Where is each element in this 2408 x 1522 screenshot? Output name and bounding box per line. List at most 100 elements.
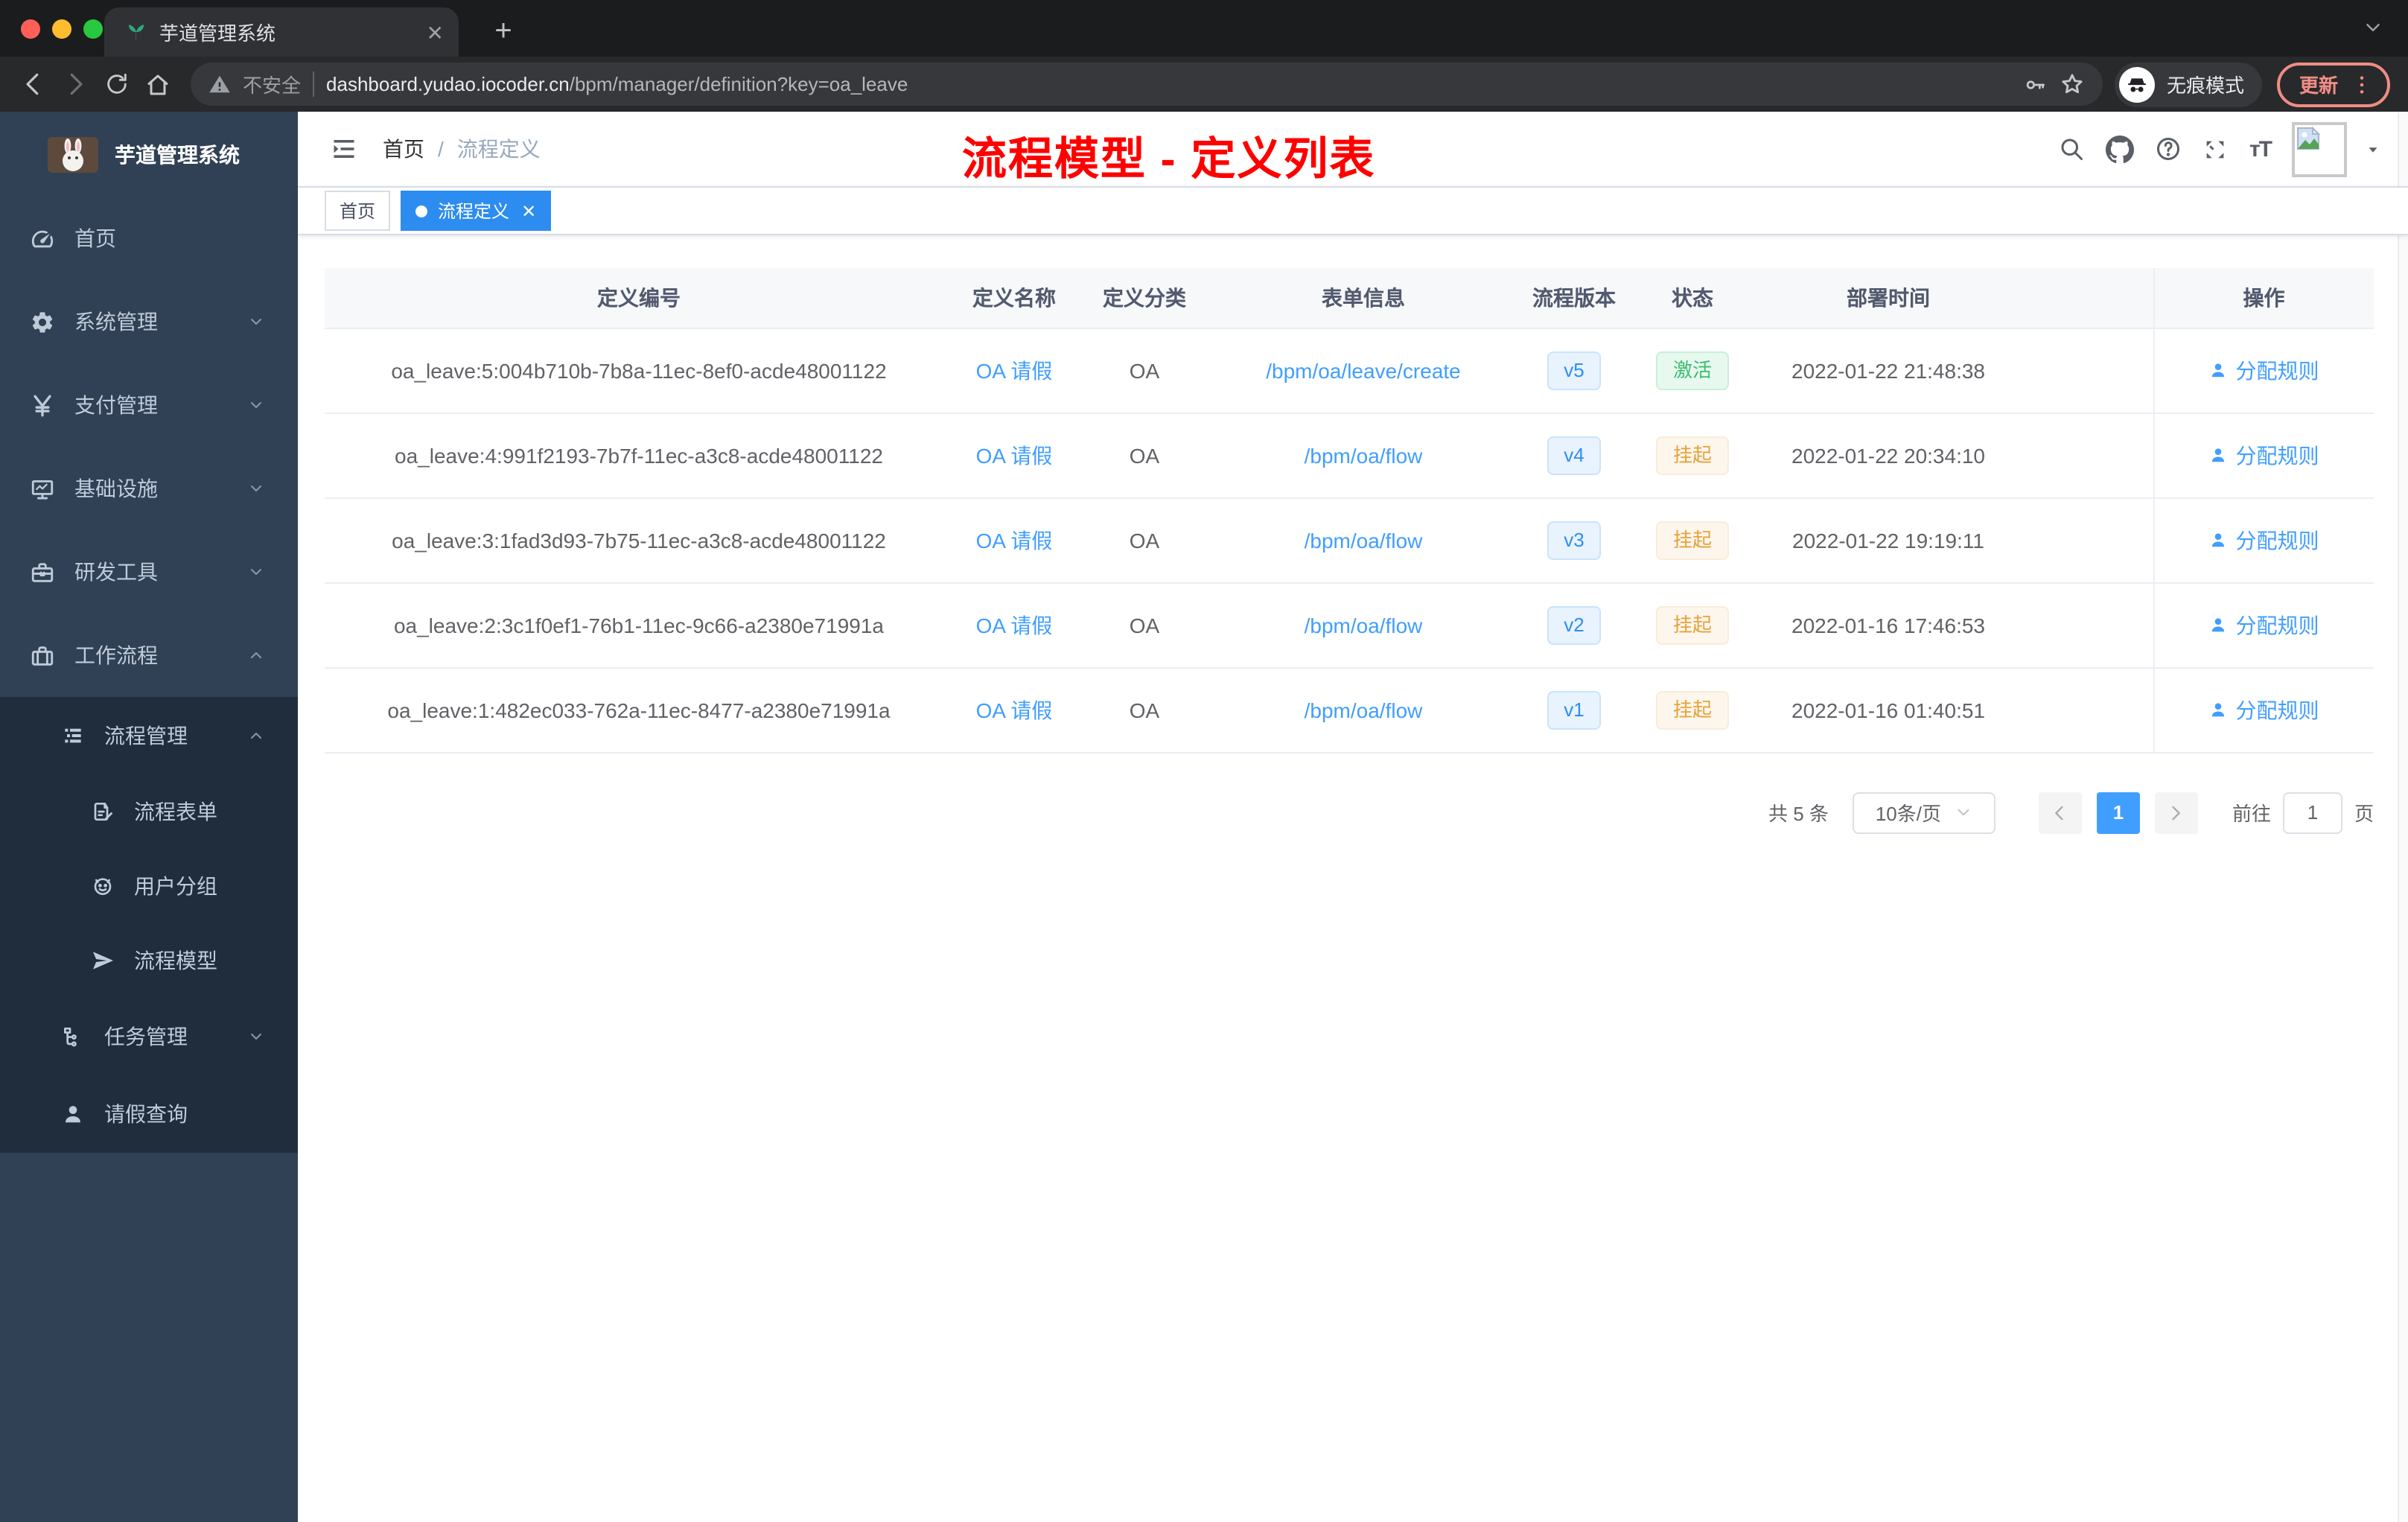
definition-name-link[interactable]: OA 请假: [976, 358, 1053, 382]
definition-name-link[interactable]: OA 请假: [976, 443, 1053, 467]
kebab-menu-icon[interactable]: [2350, 72, 2374, 96]
column-header-定义编号: 定义编号: [325, 268, 953, 328]
sidebar-item-label: 流程表单: [134, 800, 217, 824]
scrollbar-track[interactable]: [2398, 112, 2408, 1522]
assign-rule-link[interactable]: 分配规则: [2209, 610, 2319, 640]
window-controls: [21, 19, 103, 39]
browser-tab[interactable]: 芋道管理系统 ✕: [104, 7, 459, 57]
sidebar-item-流程模型[interactable]: 流程模型: [0, 923, 298, 998]
list-icon: [60, 724, 85, 748]
version-badge: v4: [1547, 436, 1601, 474]
tab-search-chevron-icon[interactable]: [2362, 16, 2384, 39]
search-icon[interactable]: [2059, 136, 2086, 162]
assign-rule-link[interactable]: 分配规则: [2209, 440, 2319, 470]
address-bar[interactable]: 不安全 dashboard.yudao.iocoder.cn/bpm/manag…: [191, 63, 2103, 106]
tag-流程定义[interactable]: 流程定义 ✕: [401, 191, 552, 231]
assign-rule-link[interactable]: 分配规则: [2209, 695, 2319, 725]
form-link[interactable]: /bpm/oa/flow: [1305, 698, 1423, 722]
next-page-button[interactable]: [2154, 792, 2198, 833]
sidebar-logo[interactable]: 芋道管理系统: [0, 112, 298, 197]
github-icon[interactable]: [2106, 135, 2135, 163]
minimize-window-button[interactable]: [52, 19, 71, 39]
hamburger-icon[interactable]: [331, 136, 357, 162]
tab-close-icon[interactable]: ✕: [427, 22, 444, 42]
security-label[interactable]: 不安全: [243, 70, 301, 98]
form-link[interactable]: /bpm/oa/leave/create: [1266, 358, 1461, 382]
chevron-down-icon: [247, 480, 265, 497]
cell-filler: [2027, 667, 2153, 753]
tag-首页[interactable]: 首页: [325, 191, 391, 231]
column-header-部署时间: 部署时间: [1750, 268, 2027, 328]
definition-name-link[interactable]: OA 请假: [976, 698, 1053, 722]
form-link[interactable]: /bpm/oa/flow: [1305, 613, 1423, 637]
definition-name-link[interactable]: OA 请假: [976, 528, 1053, 552]
tab-title: 芋道管理系统: [159, 22, 276, 45]
close-window-button[interactable]: [21, 19, 40, 39]
chevron-down-icon: [247, 396, 265, 414]
status-badge: 激活: [1656, 351, 1728, 389]
font-size-icon[interactable]: тT: [2249, 136, 2272, 162]
cell-category: OA: [1075, 582, 1214, 668]
new-tab-button[interactable]: +: [484, 12, 523, 51]
version-badge: v5: [1547, 351, 1601, 389]
page-size-value: 10条/页: [1875, 803, 1941, 825]
sidebar-item-任务管理[interactable]: 任务管理: [0, 998, 298, 1075]
screen: 芋道管理系统 ✕ + 不安全 dashboard.yudao.iocoder.c…: [0, 0, 2408, 1522]
sidebar-item-研发工具[interactable]: 研发工具: [0, 530, 298, 614]
url-text[interactable]: dashboard.yudao.iocoder.cn/bpm/manager/d…: [326, 73, 908, 95]
browser-update-button[interactable]: 更新: [2276, 62, 2390, 106]
page-size-select[interactable]: 10条/页: [1852, 792, 1995, 833]
dashboard-icon: [30, 226, 55, 251]
sidebar-item-基础设施[interactable]: 基础设施: [0, 447, 298, 530]
tag-close-icon[interactable]: ✕: [521, 202, 536, 220]
cell-definition-id: oa_leave:4:991f2193-7b7f-11ec-a3c8-acde4…: [325, 413, 953, 498]
bookmark-star-icon[interactable]: [2060, 71, 2085, 97]
active-dot: [415, 205, 428, 217]
form-icon: [89, 800, 115, 824]
sidebar-item-用户分组[interactable]: 用户分组: [0, 849, 298, 923]
forward-button[interactable]: [54, 63, 95, 105]
assign-rule-link[interactable]: 分配规则: [2209, 525, 2319, 555]
assign-rule-label: 分配规则: [2235, 443, 2319, 467]
sidebar-item-工作流程[interactable]: 工作流程: [0, 614, 298, 697]
column-header-操作: 操作: [2153, 268, 2374, 328]
status-badge: 挂起: [1656, 436, 1728, 474]
sidebar-item-流程表单[interactable]: 流程表单: [0, 774, 298, 849]
tree-icon: [60, 1025, 85, 1048]
page-number-button[interactable]: 1: [2096, 792, 2140, 833]
monitor-icon: [30, 476, 55, 501]
assign-rule-link[interactable]: 分配规则: [2209, 355, 2319, 385]
sidebar-item-系统管理[interactable]: 系统管理: [0, 280, 298, 363]
page-unit-label: 页: [2354, 803, 2374, 825]
sidebar-item-label: 任务管理: [104, 1025, 188, 1048]
goto-label: 前往: [2232, 803, 2271, 825]
sidebar-item-流程管理[interactable]: 流程管理: [0, 697, 298, 774]
cell-deploy-time: 2022-01-22 19:19:11: [1750, 497, 2027, 583]
fullscreen-icon[interactable]: [2203, 136, 2229, 162]
form-link[interactable]: /bpm/oa/flow: [1305, 443, 1423, 467]
sidebar-item-label: 研发工具: [74, 560, 158, 584]
back-button[interactable]: [12, 63, 54, 105]
logo-rabbit-image: [48, 136, 98, 172]
key-icon[interactable]: [2024, 72, 2048, 96]
column-header-流程版本: 流程版本: [1513, 268, 1635, 328]
sidebar-item-请假查询[interactable]: 请假查询: [0, 1075, 298, 1153]
maximize-window-button[interactable]: [83, 19, 103, 39]
header-actions: тT: [2059, 121, 2381, 176]
breadcrumb-home[interactable]: 首页: [383, 134, 424, 164]
sidebar-item-首页[interactable]: 首页: [0, 197, 298, 280]
goto-page-input[interactable]: [2282, 792, 2342, 833]
user-menu-caret-icon[interactable]: [2365, 141, 2381, 157]
form-link[interactable]: /bpm/oa/flow: [1305, 528, 1423, 552]
sidebar-item-支付管理[interactable]: 支付管理: [0, 363, 298, 447]
user-icon: [2209, 530, 2229, 550]
definition-name-link[interactable]: OA 请假: [976, 613, 1053, 637]
prev-page-button[interactable]: [2038, 792, 2082, 833]
help-icon[interactable]: [2156, 136, 2182, 162]
home-button[interactable]: [137, 63, 179, 105]
update-label: 更新: [2299, 74, 2338, 97]
sidebar-item-label: 工作流程: [74, 643, 158, 667]
reload-button[interactable]: [95, 63, 137, 105]
avatar[interactable]: [2292, 121, 2347, 176]
definition-table: 定义编号 定义名称 定义分类 表单信息 流程版本 状态 部署时间 操作 oa_leave:5:…: [325, 268, 2374, 753]
